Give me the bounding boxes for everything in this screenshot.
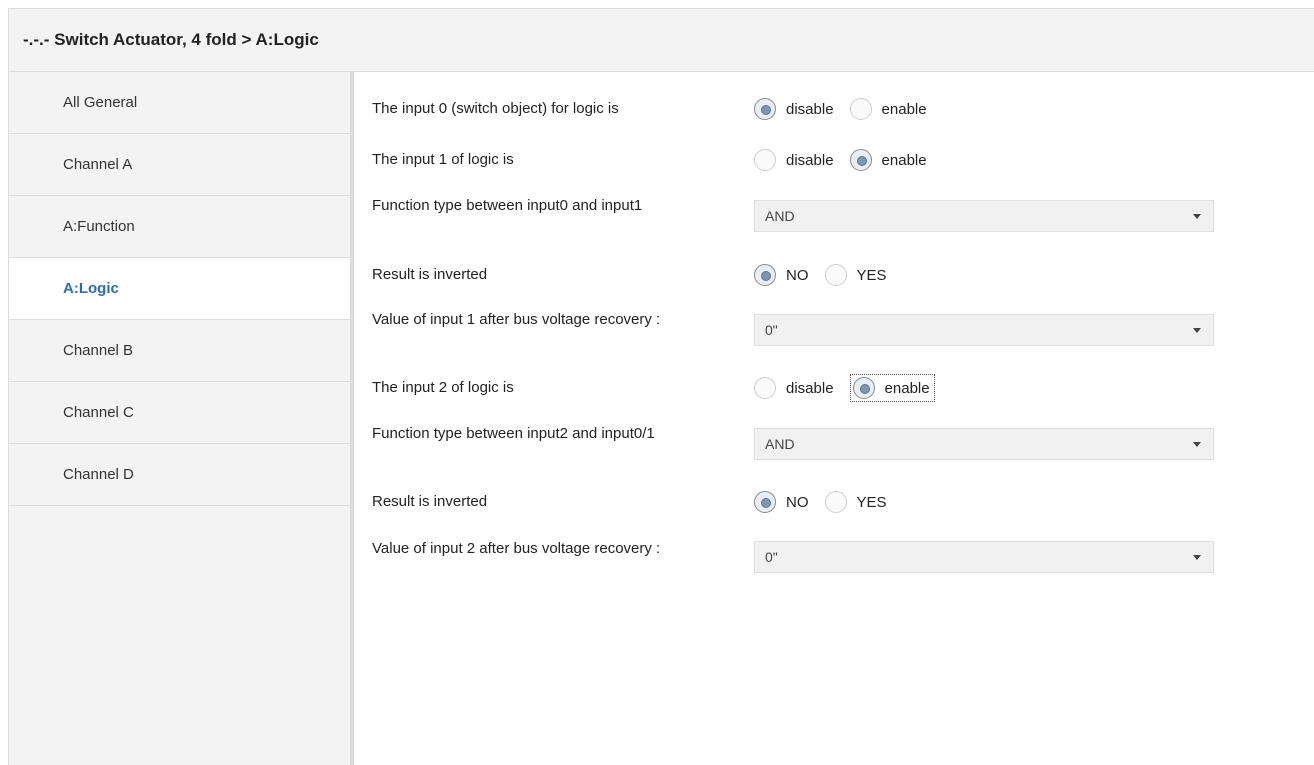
radio-label: disable (786, 151, 834, 169)
radio-icon (754, 377, 776, 399)
param-label: Function type between input2 and input0/… (372, 425, 655, 442)
radio-icon (754, 491, 776, 513)
param-label: Function type between input0 and input1 (372, 197, 643, 214)
radio-label: YES (856, 266, 887, 284)
radio-label: NO (786, 266, 809, 284)
radio-group-input1: disable enable (754, 146, 943, 174)
param-label: The input 0 (switch object) for logic is (372, 100, 619, 117)
sidebar-item-channel-c[interactable]: Channel C (9, 382, 350, 444)
select-value: 0" (765, 322, 778, 338)
function-type-01-select[interactable]: AND (754, 200, 1214, 232)
caret-down-icon (1193, 327, 1201, 333)
radio-label: disable (786, 379, 834, 397)
radio-option-disable[interactable]: disable (754, 95, 838, 123)
param-label: Value of input 1 after bus voltage recov… (372, 311, 661, 328)
radio-option-enable[interactable]: enable (849, 146, 931, 174)
param-label: Result is inverted (372, 266, 488, 283)
select-wrapper: 0" (754, 314, 1214, 346)
radio-option-enable[interactable]: enable (849, 95, 931, 123)
radio-option-yes[interactable]: YES (824, 488, 891, 516)
param-row-result-inverted-1: Result is inverted NO YES (372, 260, 1302, 290)
value-input2-select[interactable]: 0" (754, 541, 1214, 573)
param-label: The input 2 of logic is (372, 379, 514, 396)
param-label: Value of input 2 after bus voltage recov… (372, 540, 661, 557)
caret-down-icon (1193, 213, 1201, 219)
radio-option-disable[interactable]: disable (754, 374, 838, 402)
sidebar-item-channel-b[interactable]: Channel B (9, 320, 350, 382)
radio-icon (754, 264, 776, 286)
radio-group-input0: disable enable (754, 95, 943, 123)
radio-group-inverted-2: NO YES (754, 488, 903, 516)
param-row-function-type-2: Function type between input2 and input0/… (372, 422, 1302, 466)
radio-option-yes[interactable]: YES (824, 261, 891, 289)
sidebar-item-a-logic[interactable]: A:Logic (9, 258, 350, 320)
param-row-value-input1: Value of input 1 after bus voltage recov… (372, 308, 1302, 352)
select-wrapper: AND (754, 200, 1214, 232)
radio-label: enable (884, 379, 930, 397)
sidebar-item-all-general[interactable]: All General (9, 72, 350, 134)
sidebar: All General Channel A A:Function A:Logic… (8, 72, 354, 765)
param-label: The input 1 of logic is (372, 151, 514, 168)
select-value: 0" (765, 549, 778, 565)
caret-down-icon (1193, 554, 1201, 560)
select-wrapper: 0" (754, 541, 1214, 573)
radio-icon (754, 98, 776, 120)
radio-group-inverted-1: NO YES (754, 261, 903, 289)
caret-down-icon (1193, 441, 1201, 447)
param-row-input0: The input 0 (switch object) for logic is… (372, 94, 1302, 124)
radio-icon (849, 149, 872, 171)
radio-option-no[interactable]: NO (754, 488, 813, 516)
title-bar: -.-.- Switch Actuator, 4 fold > A:Logic (8, 8, 1314, 72)
param-label: Result is inverted (372, 493, 488, 510)
function-type-2-select[interactable]: AND (754, 428, 1214, 460)
param-row-value-input2: Value of input 2 after bus voltage recov… (372, 537, 1302, 581)
radio-icon (754, 149, 776, 171)
radio-icon (824, 264, 847, 286)
radio-icon (824, 491, 847, 513)
param-row-input1: The input 1 of logic is disable enable (372, 145, 1302, 175)
radio-label: NO (786, 493, 809, 511)
radio-option-enable[interactable]: enable (849, 374, 935, 402)
param-row-result-inverted-2: Result is inverted NO YES (372, 487, 1302, 517)
radio-icon (849, 98, 872, 120)
radio-label: YES (856, 493, 887, 511)
radio-option-no[interactable]: NO (754, 261, 813, 289)
param-row-input2: The input 2 of logic is disable enable (372, 373, 1302, 403)
radio-group-input2: disable enable (754, 374, 947, 402)
radio-label: enable (881, 151, 927, 169)
sidebar-item-a-function[interactable]: A:Function (9, 196, 350, 258)
radio-icon (852, 377, 875, 399)
window-title: -.-.- Switch Actuator, 4 fold > A:Logic (23, 30, 319, 49)
parameter-panel: The input 0 (switch object) for logic is… (358, 72, 1314, 765)
radio-option-disable[interactable]: disable (754, 146, 838, 174)
radio-label: enable (881, 100, 927, 118)
param-row-function-type-01: Function type between input0 and input1 … (372, 194, 1302, 238)
select-wrapper: AND (754, 428, 1214, 460)
select-value: AND (765, 436, 795, 452)
radio-label: disable (786, 100, 834, 118)
sidebar-item-channel-a[interactable]: Channel A (9, 134, 350, 196)
value-input1-select[interactable]: 0" (754, 314, 1214, 346)
sidebar-item-channel-d[interactable]: Channel D (9, 444, 350, 506)
select-value: AND (765, 208, 795, 224)
